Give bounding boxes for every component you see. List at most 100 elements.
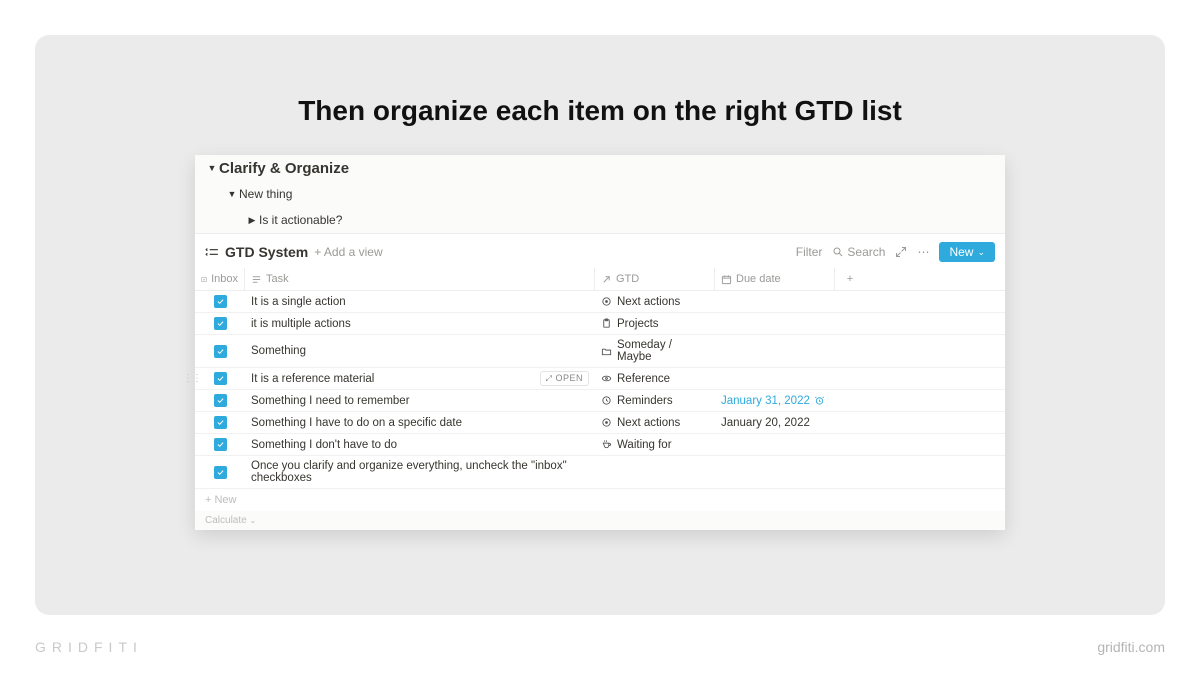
due-cell[interactable]: January 20, 2022 (715, 412, 835, 433)
table-row[interactable]: Something I don't have to do Waiting for (195, 434, 1005, 456)
gtd-cell[interactable] (595, 456, 715, 488)
inbox-cell[interactable] (195, 434, 245, 455)
task-cell[interactable]: It is a single action (245, 291, 595, 312)
search-button[interactable]: Search (832, 245, 885, 259)
task-cell[interactable]: Once you clarify and organize everything… (245, 456, 595, 488)
calendar-icon (721, 274, 732, 285)
toggle-new-thing[interactable]: ▼ New thing (195, 181, 1005, 207)
calculate-row[interactable]: Calculate ⌄ (195, 511, 1005, 530)
due-cell[interactable] (715, 335, 835, 367)
database-title[interactable]: GTD System (225, 244, 308, 260)
gtd-cell[interactable]: Projects (595, 313, 715, 334)
inbox-cell[interactable] (195, 456, 245, 488)
inbox-cell[interactable] (195, 291, 245, 312)
table-row[interactable]: ⋮⋮It is a reference material⤢ OPEN Refere… (195, 368, 1005, 390)
relation-icon (601, 274, 612, 285)
toggle-h3-label: Is it actionable? (259, 213, 342, 227)
table-row[interactable]: Something Someday / Maybe (195, 335, 1005, 368)
task-cell[interactable]: Something I need to remember (245, 390, 595, 411)
toggle-actionable[interactable]: ▶ Is it actionable? (195, 207, 1005, 233)
gtd-cell[interactable]: Someday / Maybe (595, 335, 715, 367)
due-cell[interactable] (715, 313, 835, 334)
gtd-label: Reminders (617, 395, 673, 407)
headline: Then organize each item on the right GTD… (35, 95, 1165, 127)
brand-wordmark: GRIDFITI (35, 639, 143, 655)
gtd-system-icon (205, 245, 219, 259)
alarm-icon (814, 395, 825, 406)
cup-icon (601, 439, 612, 450)
toggle-clarify-organize[interactable]: ▼ Clarify & Organize (195, 155, 1005, 181)
col-gtd[interactable]: GTD (595, 268, 715, 290)
clipboard-icon (601, 318, 612, 329)
promo-card: Then organize each item on the right GTD… (35, 35, 1165, 615)
task-cell[interactable]: it is multiple actions (245, 313, 595, 334)
gtd-cell[interactable]: Reminders (595, 390, 715, 411)
gtd-cell[interactable]: Reference (595, 368, 715, 389)
text-icon (251, 274, 262, 285)
due-cell[interactable] (715, 434, 835, 455)
inbox-checkbox[interactable] (214, 372, 227, 385)
empty-cell (835, 456, 865, 488)
clock-icon (601, 395, 612, 406)
table-row[interactable]: It is a single action Next actions (195, 291, 1005, 313)
gtd-label: Projects (617, 318, 659, 330)
col-inbox[interactable]: Inbox (195, 268, 245, 290)
triangle-right-icon: ▶ (245, 215, 259, 226)
col-gtd-label: GTD (616, 273, 639, 285)
eye-icon (601, 373, 612, 384)
inbox-checkbox[interactable] (214, 416, 227, 429)
empty-cell (835, 335, 865, 367)
table-row[interactable]: it is multiple actions Projects (195, 313, 1005, 335)
empty-cell (835, 291, 865, 312)
target-icon (601, 417, 612, 428)
gtd-cell[interactable]: Next actions (595, 412, 715, 433)
filter-button[interactable]: Filter (796, 245, 823, 259)
inbox-checkbox[interactable] (214, 394, 227, 407)
add-view-button[interactable]: + Add a view (314, 245, 382, 259)
empty-cell (835, 390, 865, 411)
table-row[interactable]: Something I need to remember Reminders Jan… (195, 390, 1005, 412)
inbox-cell[interactable]: ⋮⋮ (195, 368, 245, 389)
due-cell[interactable] (715, 368, 835, 389)
more-button[interactable]: ⋯ (917, 245, 929, 259)
inbox-checkbox[interactable] (214, 317, 227, 330)
table-row[interactable]: Something I have to do on a specific dat… (195, 412, 1005, 434)
due-cell[interactable]: January 31, 2022 (715, 390, 835, 411)
toggle-h1-label: Clarify & Organize (219, 160, 349, 177)
gtd-label: Next actions (617, 296, 680, 308)
drag-handle-icon[interactable]: ⋮⋮ (183, 373, 201, 384)
inbox-checkbox[interactable] (214, 438, 227, 451)
inbox-cell[interactable] (195, 390, 245, 411)
gtd-label: Next actions (617, 417, 680, 429)
gtd-cell[interactable]: Next actions (595, 291, 715, 312)
task-cell[interactable]: Something I have to do on a specific dat… (245, 412, 595, 433)
inbox-checkbox[interactable] (214, 466, 227, 479)
due-cell[interactable] (715, 456, 835, 488)
due-cell[interactable] (715, 291, 835, 312)
task-cell[interactable]: Something (245, 335, 595, 367)
col-due[interactable]: Due date (715, 268, 835, 290)
table-row[interactable]: Once you clarify and organize everything… (195, 456, 1005, 489)
triangle-down-icon: ▼ (205, 163, 219, 173)
table-body: It is a single action Next actions it is m… (195, 291, 1005, 489)
gtd-label: Someday / Maybe (617, 339, 709, 363)
gtd-label: Waiting for (617, 439, 672, 451)
inbox-cell[interactable] (195, 313, 245, 334)
checkbox-icon (201, 274, 207, 285)
open-button[interactable]: ⤢ OPEN (540, 371, 589, 386)
gtd-cell[interactable]: Waiting for (595, 434, 715, 455)
empty-cell (835, 313, 865, 334)
inbox-checkbox[interactable] (214, 345, 227, 358)
new-row-button[interactable]: + New (195, 489, 1005, 511)
new-button[interactable]: New ⌄ (939, 242, 995, 262)
inbox-cell[interactable] (195, 335, 245, 367)
gtd-label: Reference (617, 373, 670, 385)
col-task[interactable]: Task (245, 268, 595, 290)
inbox-checkbox[interactable] (214, 295, 227, 308)
expand-icon[interactable] (895, 246, 907, 258)
col-add[interactable]: + (835, 268, 865, 290)
due-date-reminder: January 31, 2022 (721, 395, 825, 407)
task-cell[interactable]: Something I don't have to do (245, 434, 595, 455)
task-cell[interactable]: It is a reference material⤢ OPEN (245, 368, 595, 389)
inbox-cell[interactable] (195, 412, 245, 433)
